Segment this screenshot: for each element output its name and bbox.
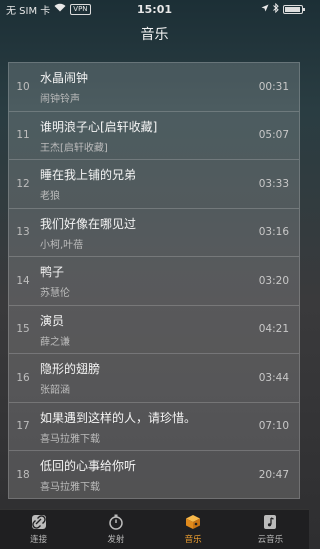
song-row[interactable]: 18 低回的心事给你听 喜马拉雅下载 20:47 — [9, 451, 299, 500]
song-artist: 喜马拉雅下载 — [40, 482, 100, 493]
song-row[interactable]: 16 隐形的翅膀张韶涵 03:44 — [9, 354, 299, 403]
song-title: 我们好像在哪见过 — [40, 216, 137, 231]
song-row[interactable]: 17 如果遇到这样的人，请珍惜。 喜马拉雅下载 07:10 — [9, 403, 299, 451]
song-row[interactable]: 11 谁明浪子心[启轩收藏] 王杰[启轩收藏] 05:07 — [9, 112, 299, 160]
status-bar: 无 SIM 卡 VPN 15:01 — [0, 0, 309, 18]
song-title: 鸭子 — [40, 265, 65, 279]
battery-icon — [283, 4, 305, 14]
song-title: 演员 — [40, 313, 65, 328]
tab-broadcast-label: 发射 — [107, 535, 125, 545]
song-title: 水晶闹钟 — [40, 71, 89, 85]
link-icon — [31, 514, 47, 530]
song-number: 12 — [16, 177, 30, 190]
cloud-music-icon — [262, 514, 278, 530]
song-title: 睡在我上铺的兄弟 — [40, 168, 137, 182]
location-icon — [261, 4, 269, 15]
tab-music[interactable]: 音乐 — [155, 510, 232, 549]
music-box-icon — [185, 514, 201, 530]
song-list[interactable]: 10 水晶闹钟闹钟铃声 00:31 11 谁明浪子心[启轩收藏] 王杰[启轩收藏] 05:0… — [8, 62, 300, 499]
song-number: 18 — [16, 469, 30, 482]
song-artist: 王杰[启轩收藏] — [40, 142, 108, 154]
tab-cloud-music-label: 云音乐 — [257, 535, 284, 545]
song-artist: 喜马拉雅下载 — [40, 433, 100, 445]
tab-connect-label: 连接 — [30, 535, 48, 545]
song-title: 隐形的翅膀 — [40, 362, 101, 376]
carrier-label: 无 SIM 卡 — [6, 5, 51, 17]
song-duration: 05:07 — [258, 129, 289, 142]
tab-bar: 连接 发射 音乐 云音乐 — [0, 509, 309, 549]
song-number: 11 — [16, 129, 30, 142]
tab-connect[interactable]: 连接 — [0, 510, 77, 549]
vpn-badge: VPN — [70, 3, 91, 15]
song-artist: 老狼 — [40, 191, 60, 202]
stopwatch-icon — [108, 514, 124, 530]
song-title: 谁明浪子心[启轩收藏] — [40, 119, 158, 134]
song-duration: 00:31 — [258, 80, 289, 93]
song-row[interactable]: 13 我们好像在哪见过 小柯,叶蓓 03:16 — [9, 209, 299, 257]
song-duration: 20:47 — [258, 469, 289, 482]
song-number: 13 — [16, 226, 30, 239]
song-duration: 03:33 — [258, 177, 289, 190]
song-number: 15 — [16, 323, 30, 336]
wifi-icon — [54, 3, 66, 15]
page-title: 音乐 — [140, 27, 169, 43]
tab-music-label: 音乐 — [184, 535, 202, 545]
song-row[interactable]: 12 睡在我上铺的兄弟 老狼 03:33 — [9, 160, 299, 209]
song-duration: 03:44 — [258, 371, 289, 384]
song-duration: 03:16 — [258, 226, 289, 239]
song-number: 10 — [16, 80, 30, 93]
song-artist: 张韶涵 — [40, 385, 70, 396]
song-number: 17 — [16, 420, 30, 433]
tab-broadcast[interactable]: 发射 — [77, 510, 154, 549]
song-number: 14 — [16, 274, 30, 287]
status-time: 15:01 — [136, 2, 173, 16]
song-row[interactable]: 14 鸭子苏慧伦 03:20 — [9, 257, 299, 306]
song-number: 16 — [16, 371, 30, 384]
song-title: 如果遇到这样的人，请珍惜。 — [40, 410, 197, 425]
song-duration: 03:20 — [258, 274, 289, 287]
tab-cloud-music[interactable]: 云音乐 — [232, 510, 309, 549]
song-artist: 苏慧伦 — [40, 288, 70, 299]
song-duration: 04:21 — [258, 323, 289, 336]
song-artist: 薛之谦 — [40, 336, 70, 348]
song-row[interactable]: 15 演员薛之谦 04:21 — [9, 306, 299, 354]
song-title: 低回的心事给你听 — [40, 459, 137, 473]
song-artist: 小柯,叶蓓 — [40, 239, 84, 251]
song-artist: 闹钟铃声 — [40, 94, 80, 105]
song-row[interactable]: 10 水晶闹钟闹钟铃声 00:31 — [9, 63, 299, 112]
bluetooth-icon — [273, 2, 279, 16]
song-duration: 07:10 — [258, 420, 289, 433]
